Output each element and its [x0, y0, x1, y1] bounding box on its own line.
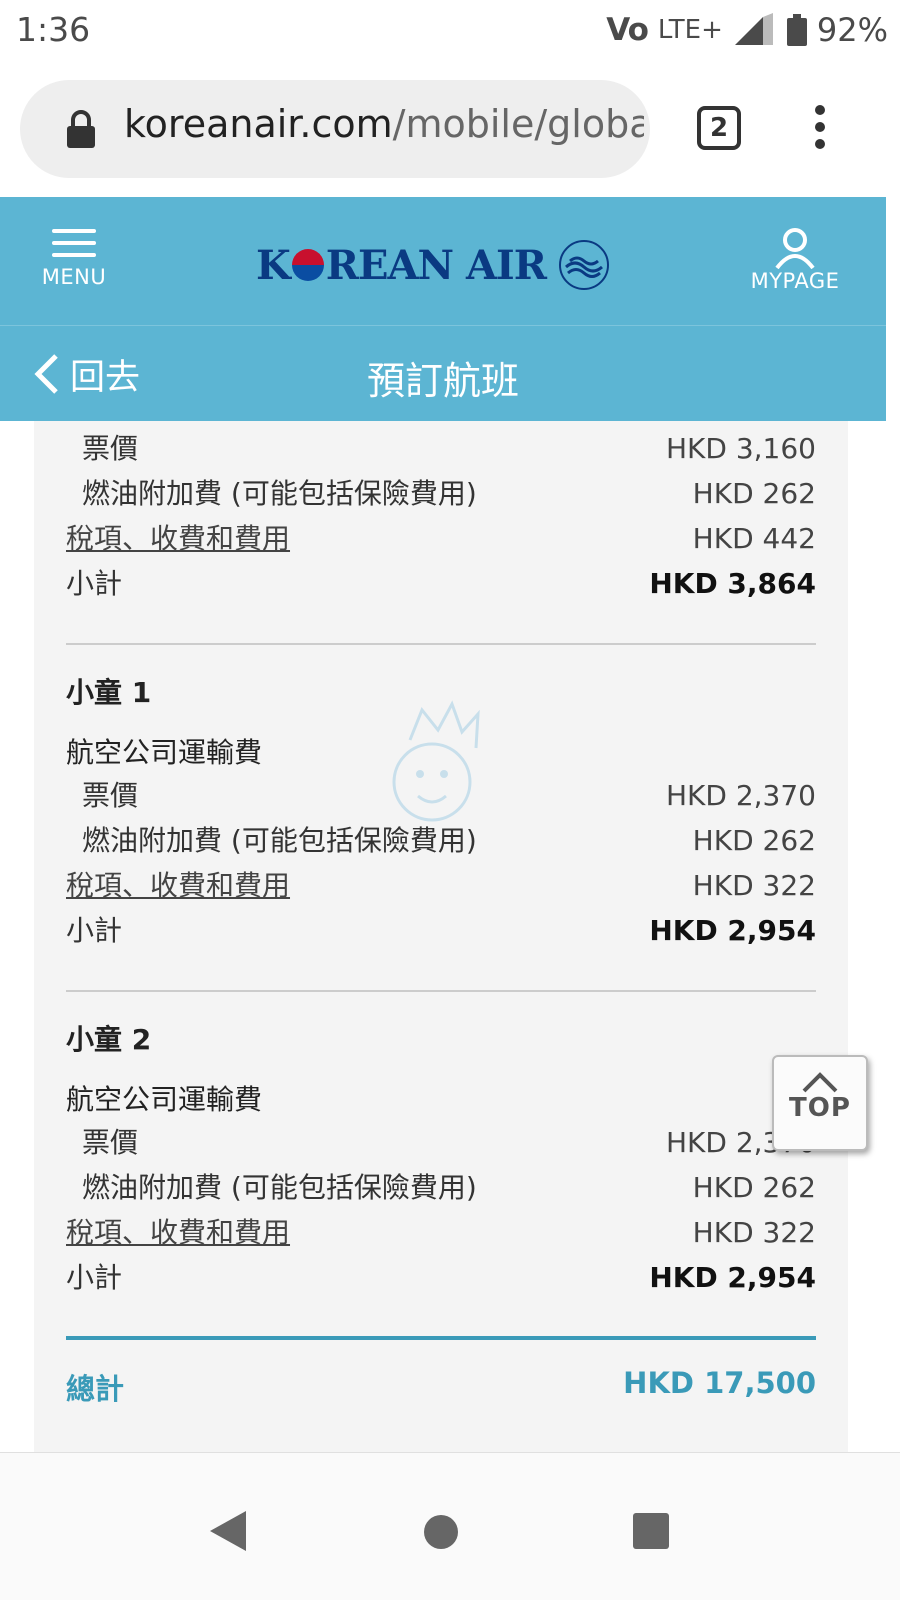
page-header: 回去 預訂航班: [0, 325, 886, 421]
signal-icon: [734, 13, 773, 45]
fuel-surcharge-row: 燃油附加費 (可能包括保險費用) HKD 262: [66, 474, 816, 514]
url-text[interactable]: koreanair.com/mobile/global: [124, 102, 644, 146]
nav-recents-icon[interactable]: [633, 1513, 669, 1549]
fare-label: 票價: [82, 779, 139, 812]
subtotal-label: 小計: [66, 1261, 123, 1294]
taxes-value: HKD 442: [692, 522, 816, 555]
fuel-surcharge-value: HKD 262: [692, 824, 816, 857]
airline-charges-label: 航空公司運輸費: [66, 1083, 263, 1116]
airline-charges-label: 航空公司運輸費: [66, 736, 263, 769]
battery-icon: [786, 14, 807, 46]
section-divider: [66, 990, 816, 992]
status-bar: 1:36 Vo LTE+ 92%: [0, 0, 900, 62]
subtotal-label: 小計: [66, 914, 123, 947]
volte-label: Vo: [606, 12, 649, 48]
fare-row: 票價 HKD 2,370: [66, 1123, 816, 1163]
url-path: /mobile/global: [392, 102, 644, 146]
system-nav-bar: [0, 1452, 900, 1600]
chevron-up-icon: [802, 1072, 838, 1093]
battery-percent: 92%: [816, 11, 888, 49]
url-bar[interactable]: koreanair.com/mobile/global: [20, 80, 650, 178]
fuel-surcharge-value: HKD 262: [692, 1171, 816, 1204]
taxes-link[interactable]: 稅項、收費和費用: [66, 866, 290, 906]
lock-icon: [67, 110, 95, 148]
scroll-to-top-button[interactable]: TOP: [772, 1055, 868, 1151]
taxes-value: HKD 322: [692, 869, 816, 902]
taxes-value: HKD 322: [692, 1216, 816, 1249]
subtotal-row: 小計 HKD 2,954: [66, 1258, 816, 1298]
taxes-link[interactable]: 稅項、收費和費用: [66, 1213, 290, 1253]
skyteam-icon: [559, 240, 610, 290]
logo-text-k: K: [256, 241, 291, 289]
top-label: TOP: [789, 1093, 851, 1123]
fare-label: 票價: [82, 1126, 139, 1159]
fare-label: 票價: [82, 432, 139, 465]
url-domain: koreanair.com: [124, 102, 393, 146]
section-divider: [66, 643, 816, 645]
taxes-link[interactable]: 稅項、收費和費用: [66, 519, 290, 559]
nav-back-icon[interactable]: [208, 1509, 248, 1553]
nav-home-icon[interactable]: [424, 1515, 458, 1549]
total-label: 總計: [66, 1372, 125, 1406]
passenger-title: 小童 2: [66, 1023, 152, 1056]
subtotal-value: HKD 3,864: [649, 567, 816, 600]
logo-text-rest: REAN AIR: [325, 241, 547, 289]
taxes-row: 稅項、收費和費用 HKD 322: [66, 866, 816, 906]
passenger-title: 小童 1: [66, 676, 152, 709]
fare-value: HKD 3,160: [665, 432, 816, 465]
network-type: LTE+: [657, 15, 723, 45]
total-divider: [66, 1336, 816, 1340]
subtotal-row: 小計 HKD 2,954: [66, 911, 816, 951]
more-options-icon[interactable]: [800, 102, 840, 156]
hamburger-icon: [52, 229, 96, 257]
korean-air-logo[interactable]: K REAN AIR: [256, 233, 636, 297]
page-title: 預訂航班: [366, 359, 519, 403]
subtotal-value: HKD 2,954: [649, 1261, 816, 1294]
menu-button[interactable]: MENU: [34, 225, 114, 305]
menu-label: MENU: [41, 265, 107, 289]
browser-toolbar: koreanair.com/mobile/global 2: [0, 62, 900, 198]
person-icon: [775, 228, 815, 269]
total-value: HKD 17,500: [623, 1366, 816, 1400]
taxes-row: 稅項、收費和費用 HKD 322: [66, 1213, 816, 1253]
subtotal-label: 小計: [66, 567, 123, 600]
fuel-surcharge-value: HKD 262: [692, 477, 816, 510]
mypage-button[interactable]: MYPAGE: [735, 227, 855, 307]
watermark-icon: [392, 700, 480, 822]
tab-switcher-button[interactable]: 2: [697, 106, 741, 150]
subtotal-row: 小計 HKD 3,864: [66, 564, 816, 604]
taxes-row: 稅項、收費和費用 HKD 442: [66, 519, 816, 559]
fuel-surcharge-label: 燃油附加費 (可能包括保險費用): [82, 477, 477, 510]
fare-row: 票價 HKD 3,160: [66, 429, 816, 469]
status-icons: Vo LTE+ 92%: [606, 10, 888, 50]
subtotal-value: HKD 2,954: [649, 914, 816, 947]
taeguk-icon: [291, 249, 324, 281]
fuel-surcharge-label: 燃油附加費 (可能包括保險費用): [82, 1171, 477, 1204]
status-time: 1:36: [16, 10, 91, 49]
site-header: MENU K REAN AIR MYPAGE: [0, 197, 886, 325]
fuel-surcharge-row: 燃油附加費 (可能包括保險費用) HKD 262: [66, 1168, 816, 1208]
fare-breakdown-panel: 票價 HKD 3,160 燃油附加費 (可能包括保險費用) HKD 262 稅項…: [34, 421, 848, 1458]
mypage-label: MYPAGE: [750, 269, 840, 293]
fare-value: HKD 2,370: [665, 779, 816, 812]
